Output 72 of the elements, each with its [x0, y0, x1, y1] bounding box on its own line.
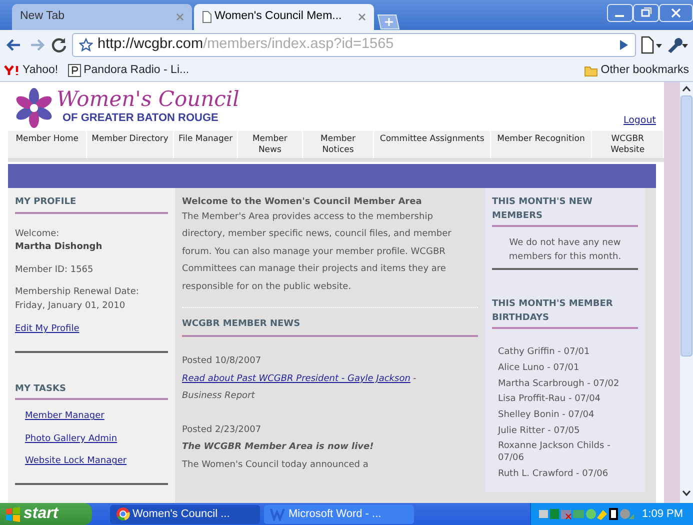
bookmark[interactable]: Pandora Radio - Li... [68, 62, 190, 80]
nav-link[interactable]: Member Home [8, 131, 88, 158]
word-document-icon [270, 507, 286, 521]
url-text: http://wcgbr.com/members/index.asp?id=1565 [98, 35, 395, 54]
nav-link[interactable]: Member Notices [302, 131, 374, 158]
new-tab-icon[interactable] [376, 14, 400, 30]
news-link[interactable]: Read about Past WCGBR President - Gayle Jackson [182, 370, 410, 388]
task-link[interactable]: Website Lock Manager [25, 455, 168, 469]
birthday-entry: Shelley Bonin - 07/04 [498, 410, 596, 422]
folder-icon [584, 64, 598, 76]
logo-title: Women's Council [56, 89, 240, 110]
task-link[interactable]: Photo Gallery Admin [25, 432, 168, 446]
member-id: Member ID: 1565 [15, 264, 94, 277]
task-link[interactable]: Member Manager [25, 410, 168, 424]
member-name: Martha Dishongh [15, 241, 104, 254]
bookmark[interactable]: Other bookmarks [584, 62, 689, 80]
separator-text: - [412, 372, 416, 386]
page-icon [202, 11, 212, 23]
section-heading: MY PROFILE [15, 196, 168, 214]
page-menu-icon[interactable] [638, 36, 662, 54]
address-bar[interactable]: http://wcgbr.com/members/index.asp?id=1565 [72, 33, 636, 57]
nav-link[interactable]: WCGBR Website [592, 131, 664, 158]
restore-icon[interactable] [633, 4, 659, 22]
letter-p-icon [68, 64, 82, 77]
post-date: Posted 2/23/2007 [182, 424, 262, 437]
logout-link[interactable]: Logout [623, 114, 656, 128]
minimize-icon[interactable] [607, 4, 633, 22]
edit-profile-link[interactable]: Edit My Profile [15, 323, 80, 337]
tab-title: Women's Council Mem... [214, 9, 343, 24]
browser-tab[interactable]: New Tab [12, 4, 192, 30]
clock-text: 1:09 PM [642, 506, 683, 522]
scrollbar-drawing[interactable] [680, 82, 693, 503]
section-heading: THIS MONTH'S MEMBER BIRTHDAYS [492, 298, 638, 330]
section-heading: MY TASKS [15, 382, 168, 400]
bookmark[interactable]: Yahoo! [4, 62, 58, 80]
birthday-entry: Lisa Proffit-Rau - 07/04 [498, 394, 602, 406]
windows-flag-icon [5, 506, 21, 522]
post-date: Posted 10/8/2007 [182, 355, 262, 368]
empty-message: We do not have any new members for this month. [508, 237, 622, 264]
welcome-heading: Welcome to the Women's Council Member Area [182, 196, 423, 209]
nav-link[interactable]: Member Directory [87, 131, 174, 158]
news-category: Business Report [182, 390, 256, 404]
birthday-entry: Alice Luno - 07/01 [498, 362, 580, 375]
nav-link[interactable]: File Manager [174, 131, 238, 158]
close-icon[interactable] [358, 13, 366, 21]
birthday-entry: Cathy Griffin - 07/01 [498, 347, 591, 359]
logo-subtitle: OF GREATER BATON ROUGE [62, 111, 220, 126]
taskbar-item[interactable]: Women's Council ... [110, 504, 260, 524]
renewal-date: Friday, January 01, 2010 [15, 300, 126, 313]
browser-tab[interactable]: Women's Council Mem... [194, 4, 374, 30]
taskbar-item[interactable]: Microsoft Word - ... [264, 504, 414, 524]
nav-link[interactable]: Member Recognition [490, 131, 592, 158]
news-summary: The Women's Council today announced a [182, 458, 370, 472]
nav-link[interactable]: Committee Assignments [374, 131, 491, 158]
chrome-icon [116, 507, 130, 521]
birthday-entry: Julie Ritter - 07/05 [498, 426, 581, 438]
start-button[interactable]: start [0, 503, 92, 525]
nav-link[interactable]: Member News [238, 131, 303, 158]
flower-logo-icon [14, 88, 54, 128]
news-headline: The WCGBR Member Area is now live! [182, 441, 375, 454]
tab-title: New Tab [20, 9, 66, 24]
section-heading: THIS MONTH'S NEW MEMBERS [492, 196, 638, 228]
birthday-entry: Martha Scarbrough - 07/02 [498, 378, 620, 390]
section-heading: WCGBR MEMBER NEWS [182, 316, 478, 338]
renewal-label: Membership Renewal Date: [15, 286, 140, 300]
yahoo-logo-icon [4, 65, 20, 76]
star-icon[interactable] [78, 38, 92, 52]
birthday-entry: Roxanne Jackson Childs - 07/06 [498, 441, 612, 465]
welcome-paragraph: The Member's Area provides access to the membership directory, member specific news, council files, and member forum. You can also manage your member profile. WCGBR Committees can manage their projects and items they are responsible for on the public website. [182, 210, 452, 294]
birthday-entry: Ruth L. Crawford - 07/06 [498, 468, 610, 480]
play-icon[interactable] [619, 39, 629, 51]
welcome-label: Welcome: [15, 228, 60, 241]
